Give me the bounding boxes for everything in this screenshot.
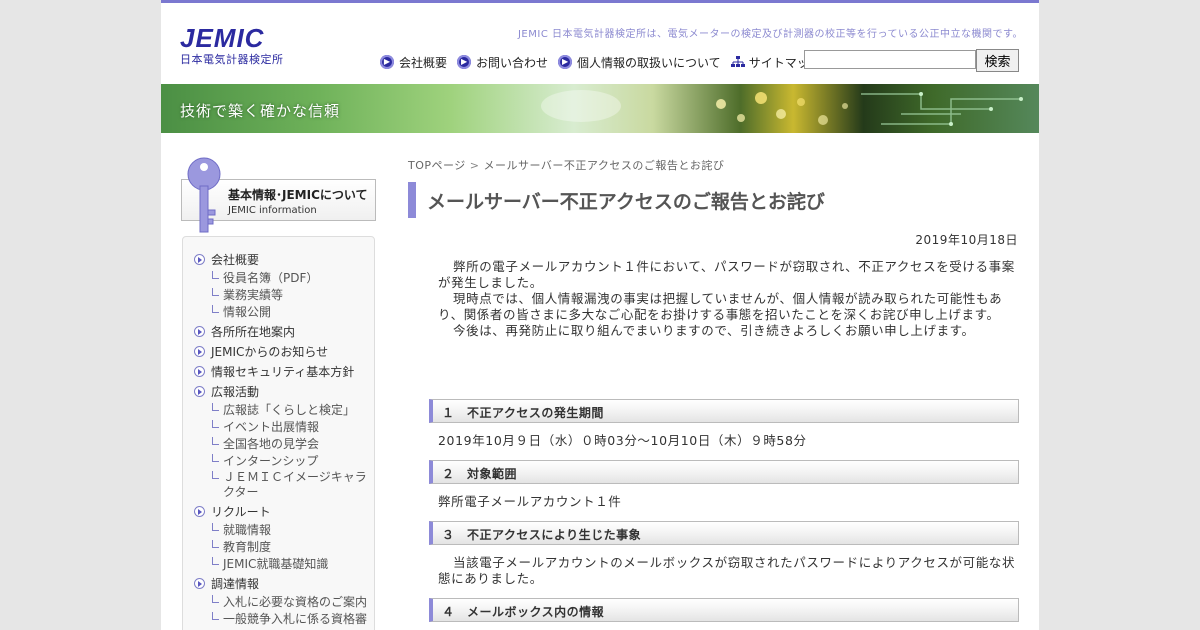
breadcrumb: TOPページ > メールサーバー不正アクセスのご報告とお詫び — [408, 157, 724, 173]
sidebar-subitem-magazine[interactable]: 広報誌「くらしと検定」 — [183, 402, 374, 418]
sitemap-icon — [730, 56, 745, 67]
key-icon — [187, 157, 221, 233]
sidebar-subitem-bidding[interactable]: 一般競争入札に係る資格審 — [183, 611, 374, 627]
bullet-arrow-icon — [194, 577, 205, 589]
section-body-incident: 当該電子メールアカウントのメールボックスが窃取されたパスワードによりアクセスが可… — [438, 555, 1016, 586]
sidebar-item-security-policy[interactable]: 情報セキュリティ基本方針 — [183, 361, 374, 381]
arrow-circle-icon: ▶ — [457, 55, 472, 69]
nav-privacy[interactable]: ▶ 個人情報の取扱いについて — [558, 54, 721, 71]
nav-contact[interactable]: ▶ お問い合わせ — [457, 54, 548, 71]
sidebar-item-recruit[interactable]: リクルート — [183, 501, 374, 521]
sidebar-menu: 会社概要 役員名簿（PDF） 業務実績等 情報公開 各所所在地案内 JEMICか… — [182, 236, 375, 630]
sidebar-subitem-jobs[interactable]: 就職情報 — [183, 522, 374, 538]
sidebar-item-pr[interactable]: 広報活動 — [183, 381, 374, 401]
section-heading-incident: ３ 不正アクセスにより生じた事象 — [429, 521, 1019, 545]
sidebar-item-locations[interactable]: 各所所在地案内 — [183, 321, 374, 341]
sidebar-heading-en: JEMIC information — [228, 205, 317, 216]
section-body-scope: 弊所電子メールアカウント１件 — [438, 494, 622, 509]
sidebar-subitem-internship[interactable]: インターンシップ — [183, 453, 374, 469]
banner-title: 技術で築く確かな信頼 — [180, 102, 341, 120]
sidebar-subitem-officers[interactable]: 役員名簿（PDF） — [183, 270, 374, 286]
jemic-logo[interactable]: JEMIC 日本電気計器検定所 — [180, 25, 284, 66]
nav-label: 個人情報の取扱いについて — [577, 55, 721, 70]
intro-text: 弊所の電子メールアカウント１件において、パスワードが窃取され、不正アクセスを受け… — [438, 259, 1018, 339]
sidebar-item-procurement[interactable]: 調達情報 — [183, 573, 374, 593]
sidebar-heading: 基本情報･JEMICについて JEMIC information — [181, 157, 376, 233]
sidebar-subitem-disclosure[interactable]: 情報公開 — [183, 304, 374, 320]
top-navigation: ▶ 会社概要 ▶ お問い合わせ ▶ 個人情報の取扱いについて サイトマップ — [380, 53, 831, 71]
sidebar-item-news[interactable]: JEMICからのお知らせ — [183, 341, 374, 361]
sidebar-subitem-character[interactable]: ＪＥＭＩＣイメージキャラクター — [183, 470, 374, 500]
section-heading-text: ４ メールボックス内の情報 — [442, 605, 605, 619]
nav-label: 会社概要 — [399, 55, 448, 70]
section-heading-text: ３ 不正アクセスにより生じた事象 — [442, 528, 642, 542]
sidebar-subitem-basics[interactable]: JEMIC就職基礎知識 — [183, 556, 374, 572]
paragraph: 現時点では、個人情報漏洩の事実は把握していませんが、個人情報が読み取られた可能性… — [438, 291, 1003, 322]
bullet-arrow-icon — [194, 253, 205, 265]
sidebar-subitem-performance[interactable]: 業務実績等 — [183, 287, 374, 303]
nav-company-overview[interactable]: ▶ 会社概要 — [380, 54, 447, 71]
section-heading-period: １ 不正アクセスの発生期間 — [429, 399, 1019, 423]
sidebar-item-label: 調達情報 — [211, 576, 260, 591]
section-body-period: 2019年10月９日（水）０時03分～10月10日（木）９時58分 — [438, 433, 807, 448]
nav-label: お問い合わせ — [476, 55, 549, 70]
search-input[interactable] — [804, 50, 976, 69]
site-tagline: JEMIC 日本電気計器検定所は、電気メーターの検定及び計測器の校正等を行ってい… — [517, 29, 1023, 40]
arrow-circle-icon: ▶ — [380, 55, 394, 69]
search-button[interactable]: 検索 — [976, 49, 1019, 72]
logo-text: JEMIC — [180, 23, 265, 53]
title-accent-bar — [408, 182, 416, 218]
arrow-circle-icon: ▶ — [558, 55, 573, 69]
paragraph: 今後は、再発防止に取り組んでまいりますので、引き続きよろしくお願い申し上げます。 — [453, 323, 975, 338]
paragraph: 弊所の電子メールアカウント１件において、パスワードが窃取され、不正アクセスを受け… — [438, 259, 1015, 290]
sidebar-item-label: 各所所在地案内 — [211, 324, 296, 339]
section-heading-text: １ 不正アクセスの発生期間 — [442, 406, 604, 420]
publish-date: 2019年10月18日 — [915, 233, 1018, 247]
sidebar-subitem-tours[interactable]: 全国各地の見学会 — [183, 436, 374, 452]
section-heading-text: ２ 対象範囲 — [442, 467, 518, 481]
bullet-arrow-icon — [194, 345, 205, 357]
sidebar-heading-jp: 基本情報･JEMICについて — [228, 188, 368, 202]
page-container: JEMIC 日本電気計器検定所 JEMIC 日本電気計器検定所は、電気メーターの… — [161, 0, 1039, 630]
sidebar-item-label: 情報セキュリティ基本方針 — [211, 364, 355, 379]
sidebar-subitem-events[interactable]: イベント出展情報 — [183, 419, 374, 435]
breadcrumb-separator: > — [469, 159, 480, 172]
sidebar-subitem-qualification[interactable]: 入札に必要な資格のご案内 — [183, 594, 374, 610]
bullet-arrow-icon — [194, 365, 205, 377]
sidebar-item-company-overview[interactable]: 会社概要 — [183, 249, 374, 269]
breadcrumb-home[interactable]: TOPページ — [408, 159, 466, 172]
sidebar-item-label: 広報活動 — [211, 384, 260, 399]
page-title: メールサーバー不正アクセスのご報告とお詫び — [427, 191, 825, 213]
breadcrumb-current: メールサーバー不正アクセスのご報告とお詫び — [483, 159, 725, 172]
sidebar-subitem-training[interactable]: 教育制度 — [183, 539, 374, 555]
section-heading-mailbox: ４ メールボックス内の情報 — [429, 598, 1019, 622]
sidebar-item-label: 会社概要 — [211, 252, 260, 267]
logo-subtitle: 日本電気計器検定所 — [180, 53, 284, 66]
hero-banner: 技術で築く確かな信頼 — [161, 84, 1039, 133]
bullet-arrow-icon — [194, 385, 205, 397]
sidebar-item-label: リクルート — [211, 504, 271, 519]
bullet-arrow-icon — [194, 325, 205, 337]
sidebar-item-label: JEMICからのお知らせ — [211, 344, 329, 359]
bullet-arrow-icon — [194, 505, 205, 517]
section-heading-scope: ２ 対象範囲 — [429, 460, 1019, 484]
